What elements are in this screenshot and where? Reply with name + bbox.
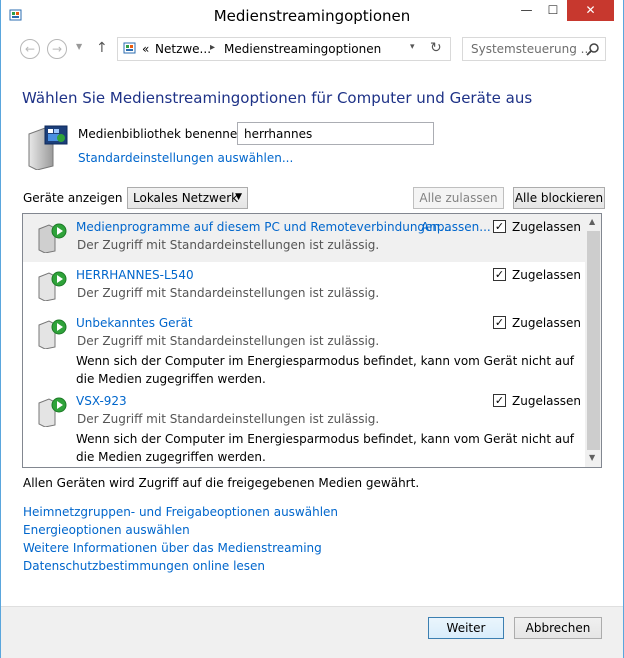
back-button[interactable]: ← xyxy=(20,39,40,59)
media-device-icon xyxy=(38,271,67,301)
page-title: Wählen Sie Medienstreamingoptionen für C… xyxy=(22,89,533,107)
search-box[interactable]: Systemsteuerung ... xyxy=(462,37,606,61)
chevron-down-icon: ▼ xyxy=(235,192,242,202)
forward-button[interactable]: → xyxy=(47,39,67,59)
related-links: Heimnetzgruppen- und Freigabeoptionen au… xyxy=(23,503,338,575)
breadcrumb-overflow[interactable]: « xyxy=(142,42,149,56)
cancel-button[interactable]: Abbrechen xyxy=(514,617,602,639)
allowed-label[interactable]: Zugelassen xyxy=(512,220,581,234)
search-placeholder: Systemsteuerung ... xyxy=(471,42,593,56)
privacy-link[interactable]: Datenschutzbestimmungen online lesen xyxy=(23,557,338,575)
network-select[interactable]: Lokales Netzwerk ▼ xyxy=(127,187,248,209)
device-name[interactable]: Medienprogramme auf diesem PC und Remote… xyxy=(76,220,451,234)
window: Medienstreamingoptionen — ☐ ✕ ← → ▼ ↑ « … xyxy=(0,0,624,658)
minimize-button[interactable]: — xyxy=(513,0,540,21)
device-status: Der Zugriff mit Standardeinstellungen is… xyxy=(77,412,380,426)
maximize-button[interactable]: ☐ xyxy=(540,0,566,21)
media-device-icon xyxy=(38,319,67,349)
footer: Weiter Abbrechen xyxy=(1,606,623,658)
allowed-checkbox[interactable]: ✓ xyxy=(493,394,506,407)
choose-defaults-link[interactable]: Standardeinstellungen auswählen... xyxy=(78,151,293,165)
media-device-icon xyxy=(38,223,67,253)
control-panel-icon xyxy=(123,42,136,54)
search-icon[interactable] xyxy=(586,42,600,56)
scroll-down-icon[interactable]: ▼ xyxy=(589,453,595,462)
device-row[interactable]: VSX-923 Der Zugriff mit Standardeinstell… xyxy=(23,388,585,467)
device-status: Der Zugriff mit Standardeinstellungen is… xyxy=(77,286,380,300)
show-devices-label: Geräte anzeigen in: xyxy=(23,191,142,205)
recent-locations-dropdown[interactable]: ▼ xyxy=(76,42,82,51)
list-scrollbar[interactable]: ▲ ▼ xyxy=(585,214,601,467)
device-name[interactable]: HERRHANNES-L540 xyxy=(76,268,194,282)
customize-link[interactable]: Anpassen... xyxy=(421,220,491,234)
device-sleep-note: Wenn sich der Computer im Energiesparmod… xyxy=(76,432,575,464)
scrollbar-thumb[interactable] xyxy=(587,231,600,450)
device-list[interactable]: Medienprogramme auf diesem PC und Remote… xyxy=(22,213,602,468)
device-status: Der Zugriff mit Standardeinstellungen is… xyxy=(77,238,380,252)
media-server-icon xyxy=(28,125,68,170)
library-name-input[interactable] xyxy=(237,122,434,145)
title-bar: Medienstreamingoptionen — ☐ ✕ xyxy=(1,0,623,32)
allowed-label[interactable]: Zugelassen xyxy=(512,316,581,330)
navigation-bar: ← → ▼ ↑ « Netzwe... ▸ Medienstreamingopt… xyxy=(1,32,623,66)
refresh-icon[interactable]: ↻ xyxy=(430,40,442,56)
breadcrumb-network[interactable]: Netzwe... xyxy=(155,42,211,56)
device-name[interactable]: Unbekanntes Gerät xyxy=(76,316,193,330)
address-dropdown-icon[interactable]: ▾ xyxy=(410,42,415,52)
allowed-label[interactable]: Zugelassen xyxy=(512,394,581,408)
up-button[interactable]: ↑ xyxy=(96,40,108,56)
device-row[interactable]: HERRHANNES-L540 Der Zugriff mit Standard… xyxy=(23,262,585,310)
media-device-icon xyxy=(38,397,67,427)
library-name-label: Medienbibliothek benennen: xyxy=(78,127,249,141)
device-row[interactable]: Medienprogramme auf diesem PC und Remote… xyxy=(23,214,585,262)
breadcrumb-separator[interactable]: ▸ xyxy=(210,42,215,53)
allowed-checkbox[interactable]: ✓ xyxy=(493,220,506,233)
more-info-link[interactable]: Weitere Informationen über das Medienstr… xyxy=(23,539,338,557)
network-select-value: Lokales Netzwerk xyxy=(133,191,239,205)
allowed-label[interactable]: Zugelassen xyxy=(512,268,581,282)
allow-summary: Allen Geräten wird Zugriff auf die freig… xyxy=(23,476,420,490)
breadcrumb-current[interactable]: Medienstreamingoptionen xyxy=(224,42,381,56)
device-name[interactable]: VSX-923 xyxy=(76,394,127,408)
block-all-button[interactable]: Alle blockieren xyxy=(513,187,605,209)
allowed-checkbox[interactable]: ✓ xyxy=(493,316,506,329)
device-sleep-note: Wenn sich der Computer im Energiesparmod… xyxy=(76,354,575,386)
device-row[interactable]: Unbekanntes Gerät Der Zugriff mit Standa… xyxy=(23,310,585,388)
device-status: Der Zugriff mit Standardeinstellungen is… xyxy=(77,334,380,348)
allow-all-button[interactable]: Alle zulassen xyxy=(413,187,504,209)
main-content: Wählen Sie Medienstreamingoptionen für C… xyxy=(1,66,623,606)
next-button[interactable]: Weiter xyxy=(428,617,504,639)
address-bar[interactable]: « Netzwe... ▸ Medienstreamingoptionen ▾ … xyxy=(117,37,451,61)
power-options-link[interactable]: Energieoptionen auswählen xyxy=(23,521,338,539)
homegroup-sharing-link[interactable]: Heimnetzgruppen- und Freigabeoptionen au… xyxy=(23,503,338,521)
close-button[interactable]: ✕ xyxy=(567,0,614,21)
scroll-up-icon[interactable]: ▲ xyxy=(589,217,595,226)
allowed-checkbox[interactable]: ✓ xyxy=(493,268,506,281)
